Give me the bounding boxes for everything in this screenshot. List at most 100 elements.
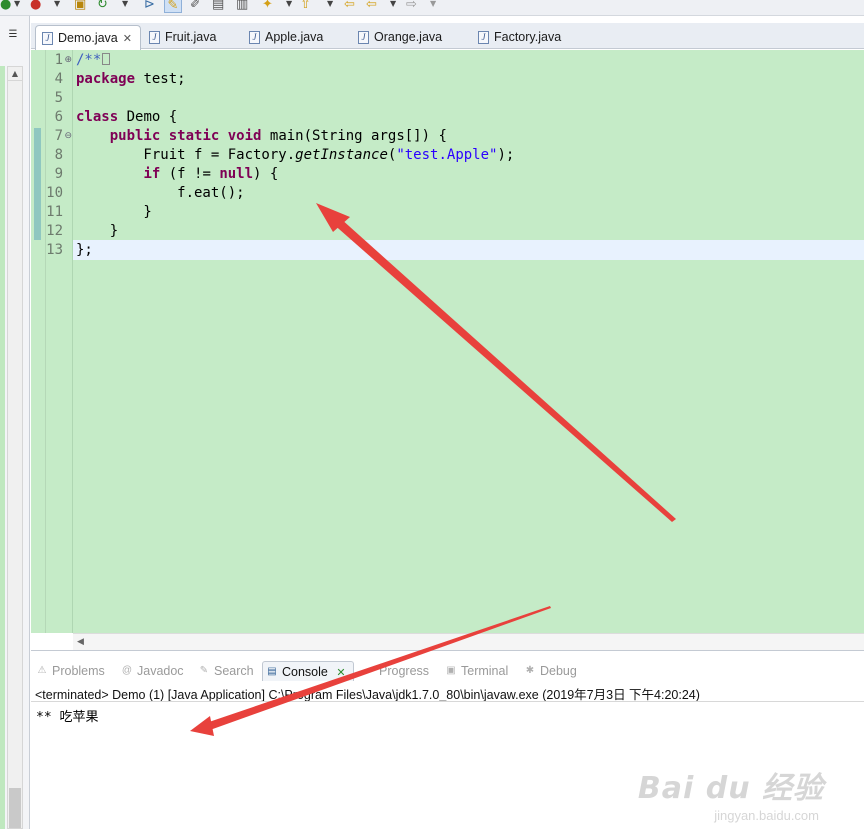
code-line-10: f.eat(); [76,185,245,201]
scroll-left-icon[interactable]: ◀ [77,634,84,651]
code-line-13: }; [76,242,93,258]
keyword: public [109,128,161,144]
bulb-icon[interactable]: ✦ [262,0,273,13]
java-file-icon: J [149,31,160,44]
fold-expand-icon[interactable]: ⊕ [64,51,72,70]
bulb-dropdown-icon[interactable]: ▼ [286,0,292,8]
left-scrollbar[interactable]: ▲ [7,66,23,829]
watermark-url: jingyan.baidu.com [714,808,819,823]
tab-label: Factory.java [494,30,562,44]
arrow-dropdown-icon[interactable]: ▼ [327,0,333,8]
minimize-icon[interactable]: ☰ [2,28,24,42]
keyword: package [76,71,136,87]
tab-orange-java[interactable]: J Orange.java [352,25,462,49]
code-line-12: } [76,223,119,239]
tab-search[interactable]: ✎ Search [195,661,254,681]
fold-collapse-icon[interactable]: ⊖ [64,127,72,146]
line-number: 12 [46,223,63,239]
pen-icon[interactable]: ✐ [190,0,201,13]
folded-comment-icon[interactable] [102,53,111,65]
java-file-icon: J [358,31,369,44]
code-text: Fruit f = Factory. [76,147,296,163]
tab-label: Terminal [461,664,509,678]
package-icon[interactable]: ▣ [74,0,86,13]
refresh-dropdown-icon[interactable]: ▼ [122,0,128,8]
tab-fruit-java[interactable]: J Fruit.java [143,25,239,49]
javadoc-icon: @ [121,665,133,676]
line-number-gutter: 1 ⊕ 4 5 6 7 ⊖ 8 9 10 11 12 13 [46,50,73,633]
line-number: 7 [54,128,63,144]
next-dropdown-icon[interactable]: ▼ [430,0,436,8]
code-line-7: public static void main(String args[]) { [76,127,447,146]
tab-label: Fruit.java [165,30,217,44]
keyword: null [219,166,254,182]
doc-icon[interactable]: ▤ [212,0,224,13]
table-icon[interactable]: ▥ [236,0,248,13]
tab-label: Debug [540,664,577,678]
progress-icon: ◔ [365,665,373,676]
keyword: if [143,166,161,182]
keyword: class [76,109,119,125]
editor-tab-bar: J Demo.java ✕ J Fruit.java J Apple.java J… [31,23,864,50]
line-number: 5 [54,90,63,106]
terminal-icon: ▣ [446,665,456,676]
tab-factory-java[interactable]: J Factory.java [472,25,592,49]
code-area[interactable]: /** package test; class Demo { public st… [76,50,864,633]
close-icon[interactable]: ✕ [336,663,345,683]
bottom-panel: ⚠ Problems @ Javadoc ✎ Search ▤ Console … [31,650,864,829]
tab-label: Problems [52,664,105,678]
forward-icon[interactable]: ⇦ [366,0,377,13]
coverage-dropdown-icon[interactable]: ▼ [54,0,60,8]
left-side-panel: ☰ ▲ [0,16,30,829]
back-icon[interactable]: ⇦ [344,0,355,13]
code-text: Demo { [118,109,178,125]
watermark-logo: Bai du 经验 [637,771,824,806]
overview-ruler [31,50,46,633]
open-type-icon[interactable]: ⊳ [144,0,155,13]
coverage-icon[interactable]: ● [30,0,41,13]
editor-horizontal-scrollbar[interactable]: ◀ [73,633,864,650]
close-icon[interactable]: ✕ [123,27,132,51]
tab-javadoc[interactable]: @ Javadoc [118,661,184,681]
line-number: 4 [54,71,63,87]
tab-debug[interactable]: ✱ Debug [521,661,577,681]
string-literal: "test.Apple" [396,147,498,163]
forward-dropdown-icon[interactable]: ▼ [390,0,396,8]
highlight-icon[interactable]: ✎ [164,0,182,13]
tab-label: Search [214,664,254,678]
code-text: (f != [160,166,220,182]
tab-console[interactable]: ▤ Console ✕ [262,661,354,681]
tab-label: Demo.java [58,31,118,45]
java-file-icon: J [42,32,53,45]
line-number: 13 [46,242,63,258]
run-icon[interactable]: ● [0,0,11,13]
search-icon: ✎ [199,665,209,676]
run-dropdown-icon[interactable]: ▼ [14,0,20,8]
scroll-up-icon[interactable]: ▲ [8,67,22,81]
tab-demo-java[interactable]: J Demo.java ✕ [35,25,141,50]
scroll-thumb[interactable] [9,788,21,828]
tab-label: Javadoc [137,664,184,678]
java-file-icon: J [249,31,260,44]
code-line-11: } [76,204,152,220]
line-number: 10 [46,185,63,201]
divider [31,701,864,702]
comment: /** [76,52,102,68]
tab-apple-java[interactable]: J Apple.java [243,25,343,49]
arrow-up-icon[interactable]: ⇧ [300,0,311,13]
code-text: ) { [253,166,279,182]
code-text: test; [135,71,186,87]
keyword: static [168,128,220,144]
problems-icon: ⚠ [37,665,47,676]
tab-terminal[interactable]: ▣ Terminal [442,661,508,681]
next-icon[interactable]: ⇨ [406,0,417,13]
code-editor[interactable]: 1 ⊕ 4 5 6 7 ⊖ 8 9 10 11 12 13 /** packag… [31,50,864,633]
tab-progress[interactable]: ◔ Progress [360,661,429,681]
tab-label: Orange.java [374,30,443,44]
tab-label: Progress [379,664,430,678]
console-output[interactable]: ** 吃苹果 [36,706,98,725]
tab-problems[interactable]: ⚠ Problems [33,661,105,681]
line-number: 1 [54,52,63,68]
refresh-icon[interactable]: ↻ [97,0,108,13]
code-line-4: package test; [76,70,186,89]
